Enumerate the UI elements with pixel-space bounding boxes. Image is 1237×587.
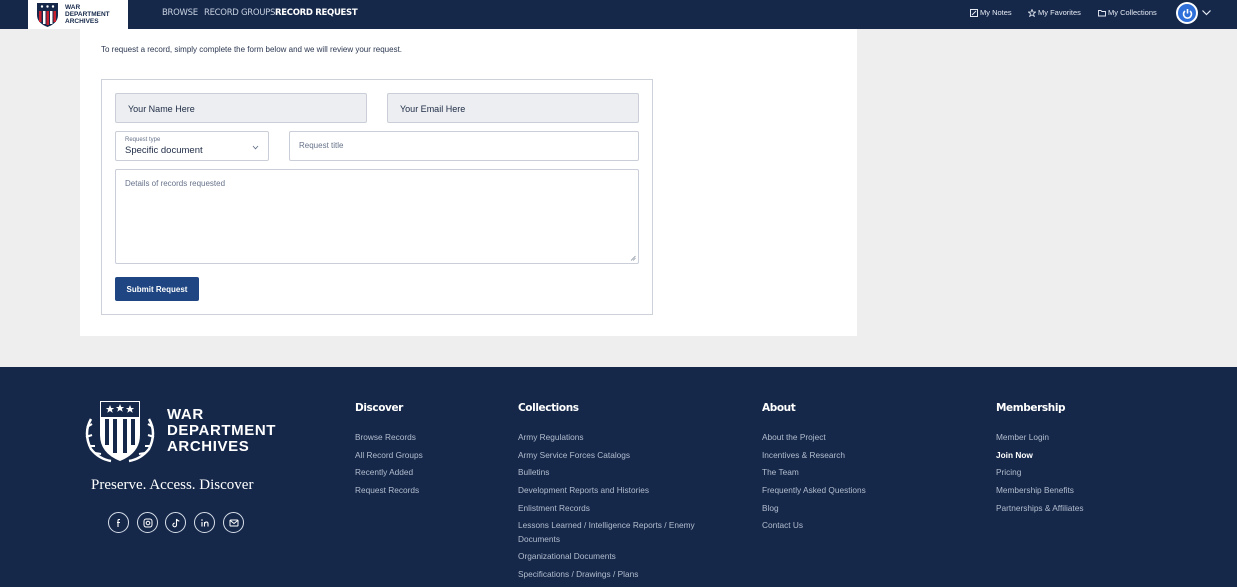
footer-tagline: Preserve. Access. Discover	[91, 477, 254, 493]
footer-link-join-now[interactable]: Join Now	[996, 450, 1033, 460]
footer-link-faq[interactable]: Frequently Asked Questions	[762, 485, 866, 495]
footer-link-pricing[interactable]: Pricing	[996, 467, 1021, 477]
footer-about-title: About	[762, 402, 796, 414]
chevron-down-icon	[252, 145, 259, 150]
chevron-down-icon[interactable]	[1201, 7, 1212, 18]
email-input[interactable]: Your Email Here	[387, 93, 639, 123]
user-avatar[interactable]	[1176, 2, 1198, 24]
linkedin-icon[interactable]	[194, 512, 215, 533]
top-navbar: WAR DEPARTMENT ARCHIVES BROWSE RECORD GR…	[0, 0, 1237, 29]
footer-link-asf-catalogs[interactable]: Army Service Forces Catalogs	[518, 450, 630, 460]
footer-link-browse-records[interactable]: Browse Records	[355, 432, 416, 442]
logo-wordmark: WAR DEPARTMENT ARCHIVES	[65, 4, 110, 25]
facebook-icon[interactable]	[108, 512, 129, 533]
footer-link-army-regulations[interactable]: Army Regulations	[518, 432, 583, 442]
nav-record-request[interactable]: RECORD REQUEST	[275, 8, 358, 18]
footer-link-development-reports[interactable]: Development Reports and Histories	[518, 485, 649, 495]
footer-link-incentives[interactable]: Incentives & Research	[762, 450, 845, 460]
footer-link-member-login[interactable]: Member Login	[996, 432, 1049, 442]
request-type-label: Request type	[125, 137, 161, 143]
mail-icon[interactable]	[223, 512, 244, 533]
instagram-icon[interactable]	[137, 512, 158, 533]
footer-brand-wordmark: WAR DEPARTMENT ARCHIVES	[167, 406, 277, 455]
footer-collections-title: Collections	[518, 402, 579, 414]
details-textarea[interactable]: Details of records requested	[115, 169, 639, 264]
name-input[interactable]: Your Name Here	[115, 93, 367, 123]
my-collections-link[interactable]: My Collections	[1098, 8, 1157, 17]
nav-record-groups[interactable]: RECORD GROUPS	[204, 8, 275, 18]
footer-link-contact[interactable]: Contact Us	[762, 520, 803, 530]
footer-link-blog[interactable]: Blog	[762, 503, 779, 513]
my-notes-link[interactable]: My Notes	[970, 8, 1012, 17]
footer-link-organizational-documents[interactable]: Organizational Documents	[518, 551, 616, 561]
tiktok-icon[interactable]	[165, 512, 186, 533]
footer-link-partnerships[interactable]: Partnerships & Affiliates	[996, 503, 1083, 513]
footer-link-recently-added[interactable]: Recently Added	[355, 467, 413, 477]
footer-link-team[interactable]: The Team	[762, 467, 799, 477]
request-type-value: Specific document	[125, 145, 203, 156]
folder-icon	[1098, 9, 1106, 16]
note-icon	[970, 8, 978, 17]
footer-link-specifications[interactable]: Specifications / Drawings / Plans	[518, 569, 638, 579]
site-logo[interactable]: WAR DEPARTMENT ARCHIVES	[28, 0, 128, 29]
power-icon	[1182, 8, 1192, 19]
footer-link-lessons-learned-cont[interactable]: Documents	[518, 534, 560, 544]
footer-link-all-record-groups[interactable]: All Record Groups	[355, 450, 423, 460]
nav-browse[interactable]: BROWSE	[162, 8, 198, 18]
footer-discover-title: Discover	[355, 402, 403, 414]
footer-link-enlistment-records[interactable]: Enlistment Records	[518, 503, 590, 513]
form-intro-text: To request a record, simply complete the…	[101, 45, 403, 54]
footer-link-request-records[interactable]: Request Records	[355, 485, 419, 495]
footer-shield-logo-icon	[85, 401, 155, 463]
footer-link-about-project[interactable]: About the Project	[762, 432, 826, 442]
request-type-select[interactable]: Request type Specific document	[115, 131, 269, 161]
footer-link-bulletins[interactable]: Bulletins	[518, 467, 549, 477]
footer-link-membership-benefits[interactable]: Membership Benefits	[996, 485, 1074, 495]
submit-request-button[interactable]: Submit Request	[115, 277, 199, 301]
request-title-input[interactable]: Request title	[289, 131, 639, 161]
my-favorites-link[interactable]: My Favorites	[1028, 8, 1081, 17]
footer-link-lessons-learned[interactable]: Lessons Learned / Intelligence Reports /…	[518, 520, 695, 530]
resize-handle-icon[interactable]	[630, 255, 636, 261]
star-icon	[1028, 8, 1036, 17]
footer-membership-title: Membership	[996, 402, 1066, 414]
shield-logo-icon	[37, 3, 58, 27]
